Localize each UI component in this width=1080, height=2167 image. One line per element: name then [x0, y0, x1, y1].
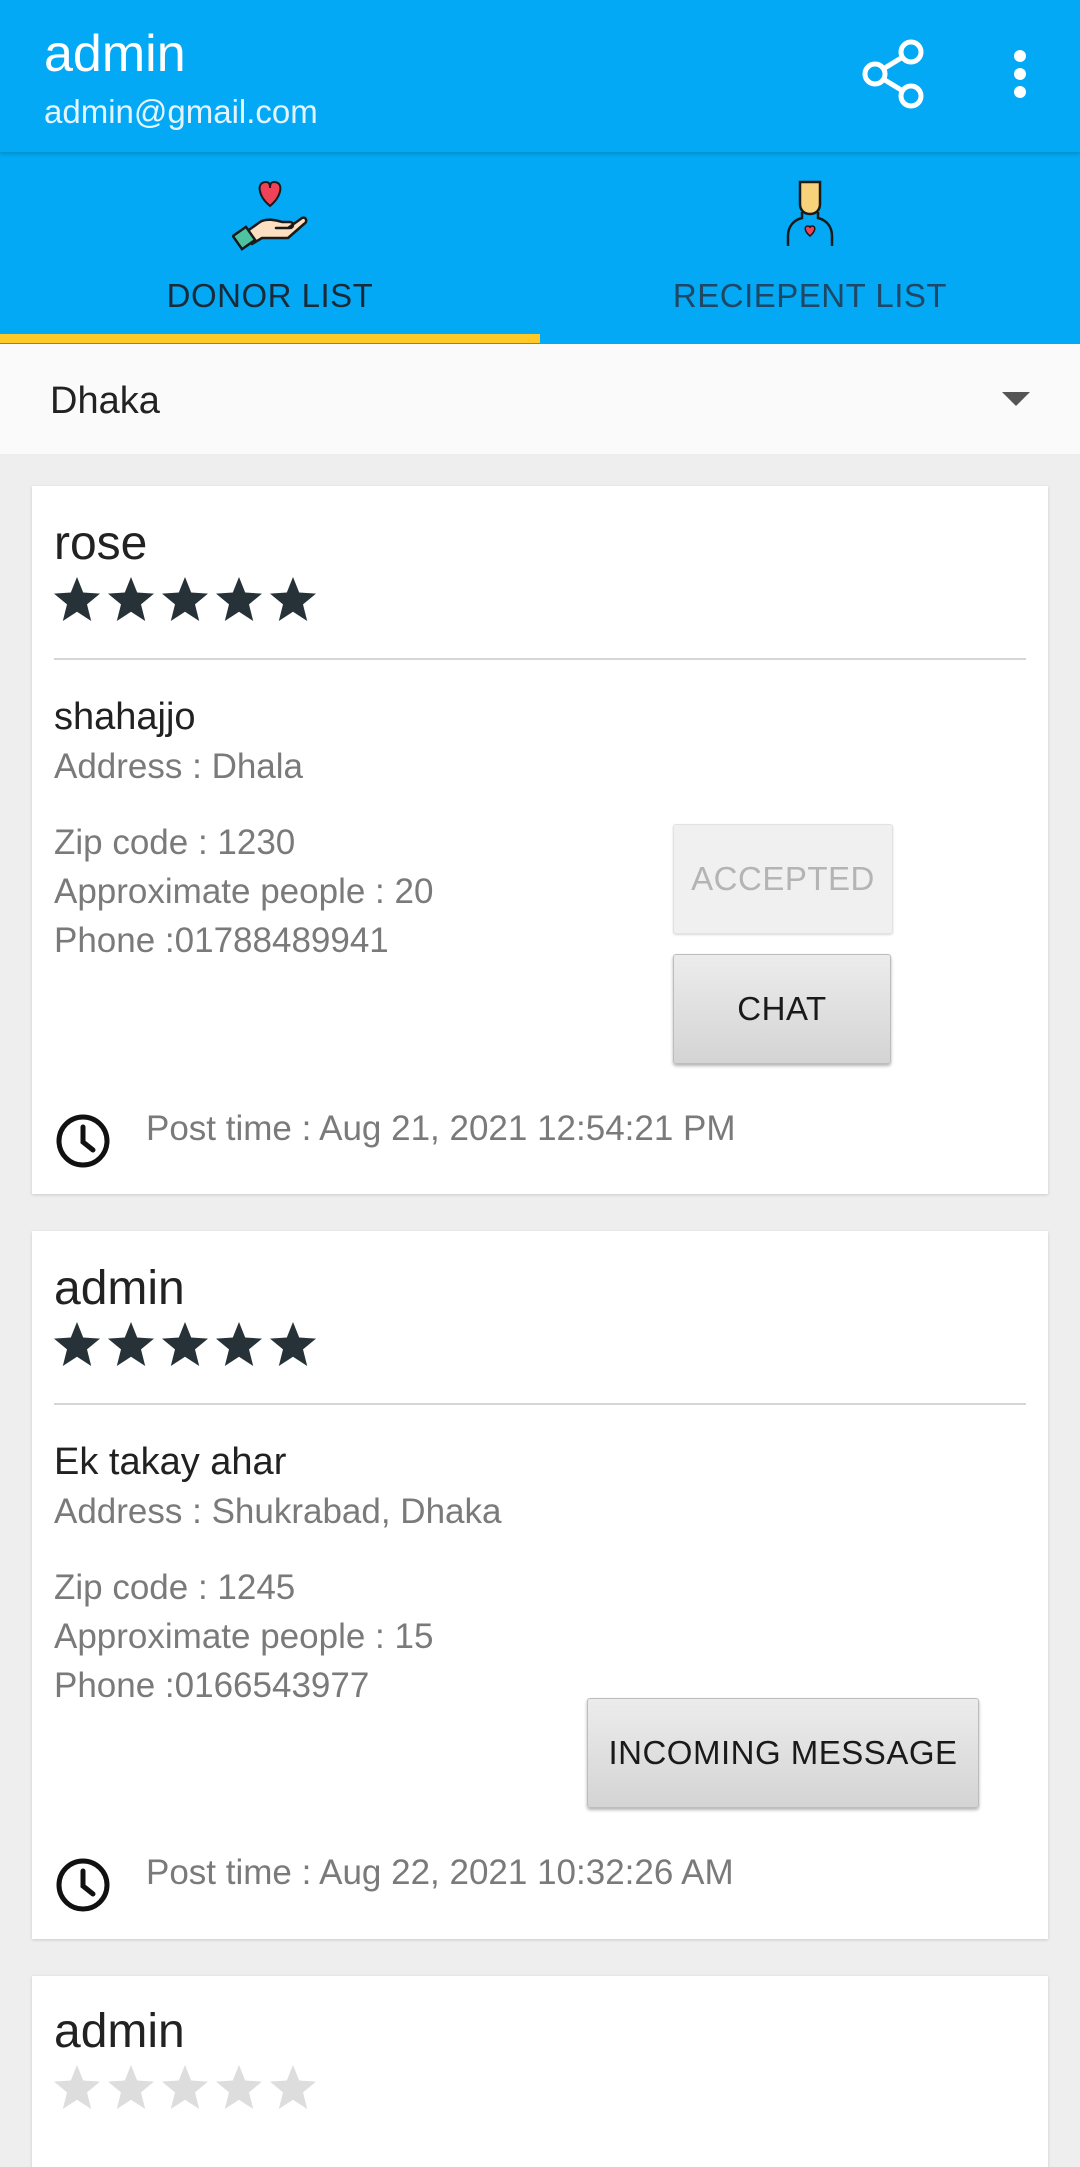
organization-name: Ek takay ahar — [54, 1441, 287, 1483]
location-dropdown[interactable]: Dhaka — [0, 344, 1080, 454]
share-button[interactable] — [855, 36, 931, 112]
rating-stars[interactable] — [52, 2062, 318, 2112]
poster-name: rose — [54, 517, 148, 570]
rating-stars[interactable] — [52, 1319, 318, 1369]
location-selected-value: Dhaka — [50, 380, 160, 422]
share-icon — [862, 39, 924, 109]
approximate-people-text: Approximate people : 20 — [54, 872, 434, 911]
donation-post-card: admin — [32, 1976, 1048, 2167]
rating-stars[interactable] — [52, 574, 318, 624]
tab-recipient-list[interactable]: RECIEPENT LIST — [540, 152, 1080, 344]
address-text: Address : Shukrabad, Dhaka — [54, 1492, 502, 1531]
organization-name: shahajjo — [54, 696, 196, 738]
address-text: Address : Dhala — [54, 747, 304, 786]
star-filled-icon[interactable] — [52, 574, 102, 624]
star-empty-icon[interactable] — [214, 2062, 264, 2112]
app-bar: admin admin@gmail.com — [0, 0, 1080, 152]
tab-donor-list-label: DONOR LIST — [166, 277, 374, 314]
chat-button[interactable]: CHAT — [673, 954, 891, 1064]
divider — [54, 1403, 1026, 1405]
star-empty-icon[interactable] — [268, 2062, 318, 2112]
clock-icon — [56, 1114, 110, 1168]
incoming-message-button[interactable]: INCOMING MESSAGE — [587, 1698, 979, 1808]
star-filled-icon[interactable] — [52, 1319, 102, 1369]
poster-name: admin — [54, 2005, 185, 2058]
donation-post-card: admin Ek takay ahar Address : Shukrabad,… — [32, 1231, 1048, 1939]
approximate-people-text: Approximate people : 15 — [54, 1617, 434, 1656]
recipient-person-icon — [786, 180, 834, 246]
tab-donor-list[interactable]: DONOR LIST — [0, 152, 540, 344]
more-options-button[interactable] — [1000, 36, 1040, 112]
tab-recipient-list-label: RECIEPENT LIST — [672, 277, 948, 314]
star-empty-icon[interactable] — [52, 2062, 102, 2112]
star-empty-icon[interactable] — [160, 2062, 210, 2112]
post-time-text: Post time : Aug 21, 2021 12:54:21 PM — [146, 1109, 736, 1148]
star-filled-icon[interactable] — [214, 574, 264, 624]
account-email: admin@gmail.com — [44, 93, 318, 130]
phone-text: Phone :01788489941 — [54, 921, 389, 960]
tab-bar: DONOR LIST RECIEPENT LIST — [0, 152, 1080, 344]
star-filled-icon[interactable] — [160, 574, 210, 624]
star-filled-icon[interactable] — [160, 1319, 210, 1369]
star-filled-icon[interactable] — [268, 574, 318, 624]
poster-name: admin — [54, 1262, 185, 1315]
accepted-button[interactable]: ACCEPTED — [673, 824, 893, 934]
divider — [54, 658, 1026, 660]
zip-code-text: Zip code : 1245 — [54, 1568, 296, 1607]
tab-indicator — [0, 334, 540, 343]
account-name: admin — [44, 25, 186, 83]
clock-icon — [56, 1858, 110, 1912]
phone-text: Phone :0166543977 — [54, 1666, 370, 1705]
star-empty-icon[interactable] — [106, 2062, 156, 2112]
star-filled-icon[interactable] — [106, 574, 156, 624]
donation-post-card: rose shahajjo Address : Dhala Zip code :… — [32, 486, 1048, 1194]
star-filled-icon[interactable] — [214, 1319, 264, 1369]
star-filled-icon[interactable] — [106, 1319, 156, 1369]
heart-hand-icon — [232, 180, 308, 251]
more-vert-icon — [1014, 50, 1026, 98]
zip-code-text: Zip code : 1230 — [54, 823, 296, 862]
star-filled-icon[interactable] — [268, 1319, 318, 1369]
dropdown-arrow-icon — [1002, 392, 1030, 406]
post-time-text: Post time : Aug 22, 2021 10:32:26 AM — [146, 1853, 734, 1892]
